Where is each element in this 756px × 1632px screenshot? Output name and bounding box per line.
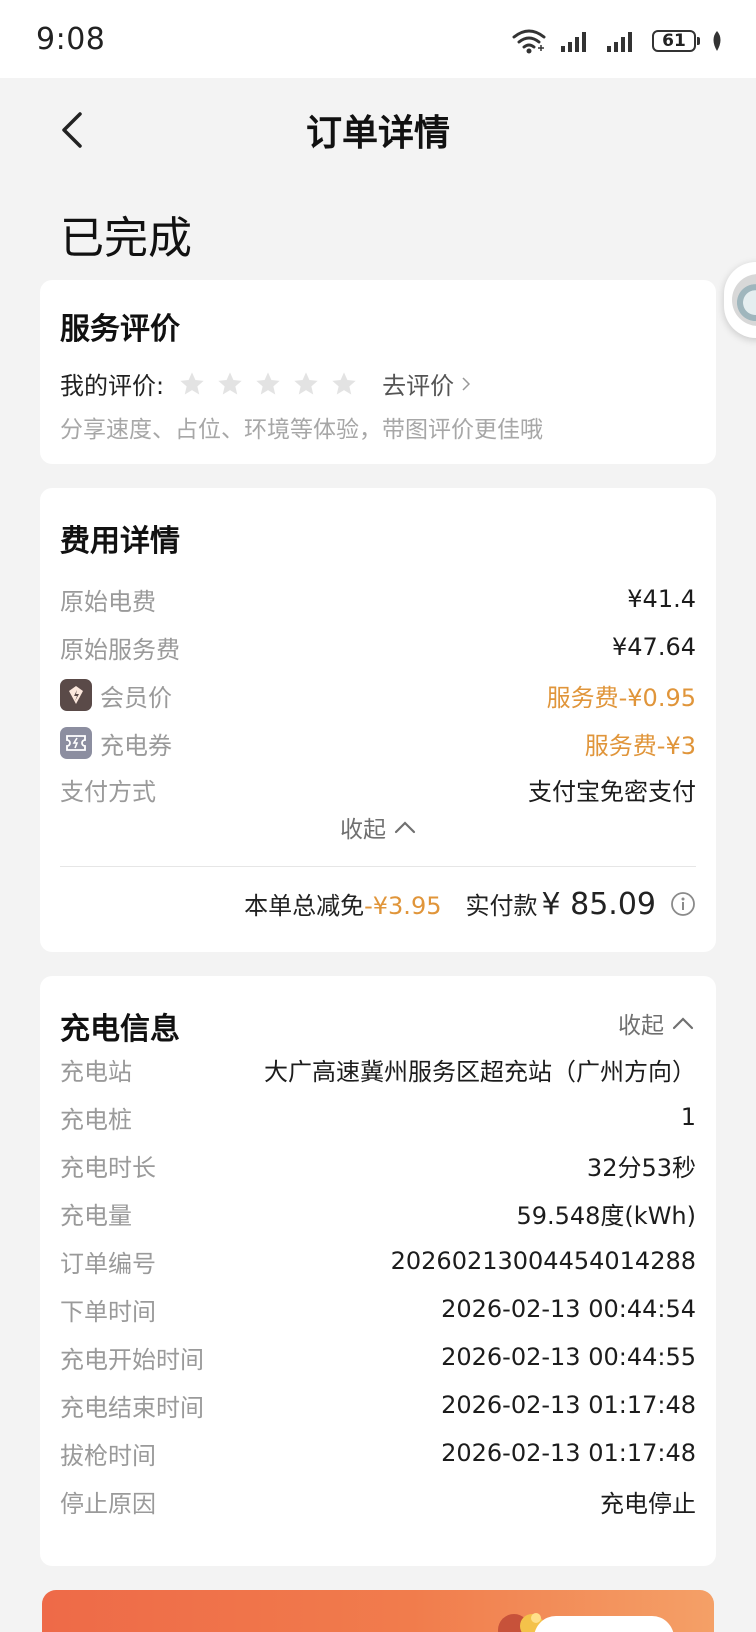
charge-label: 充电结束时间: [60, 1393, 204, 1422]
charge-label: 充电量: [60, 1201, 132, 1230]
charge-row-start-time: 充电开始时间 2026-02-13 00:44:55: [60, 1340, 696, 1374]
charge-label: 停止原因: [60, 1489, 156, 1518]
chevron-right-icon: [462, 376, 471, 391]
wifi-icon: [512, 28, 546, 54]
collapse-label: 收起: [340, 817, 386, 843]
fee-value: 支付宝免密支付: [528, 777, 696, 806]
charge-row-end-time: 充电结束时间 2026-02-13 01:17:48: [60, 1388, 696, 1422]
charge-value: 2026-02-13 01:17:48: [441, 1439, 696, 1467]
page-title: 订单详情: [305, 113, 450, 154]
paid-amount: ¥ 85.09: [541, 887, 656, 922]
fee-row-service: 原始服务费 ¥47.64: [60, 630, 696, 664]
fee-details-card: 费用详情 原始电费 ¥41.4 原始服务费 ¥47.64 会员价 服务费-¥0.…: [40, 488, 716, 952]
promo-cta-button[interactable]: [534, 1616, 674, 1632]
star-icon[interactable]: [330, 370, 358, 398]
status-icons: 61: [512, 28, 724, 54]
fee-summary: 本单总减免 -¥3.95 实付款 ¥ 85.09: [244, 886, 696, 922]
fee-value: 服务费-¥3: [584, 731, 696, 760]
star-icon[interactable]: [292, 370, 320, 398]
go-review-label: 去评价: [382, 372, 455, 400]
go-review-link[interactable]: 去评价: [382, 366, 471, 401]
order-detail-page: 9:08 61 订单详情 已完成 服务评价 我的评价: 去评价 分享速度、占位、…: [0, 0, 756, 1632]
charge-value: 59.548度(kWh): [516, 1201, 696, 1230]
charge-value: 充电停止: [600, 1489, 696, 1518]
order-status: 已完成: [60, 213, 192, 264]
chevron-up-icon: [672, 1017, 694, 1030]
fee-label-wrap: 充电券: [60, 726, 172, 761]
coupon-icon: [60, 727, 92, 759]
charge-value: 2026-02-13 01:17:48: [441, 1391, 696, 1419]
fee-value: 服务费-¥0.95: [546, 683, 696, 712]
paid-label: 实付款: [465, 892, 538, 920]
service-review-card: 服务评价 我的评价: 去评价 分享速度、占位、环境等体验，带图评价更佳哦: [40, 280, 716, 464]
fee-row-coupon: 充电券 服务费-¥3: [60, 726, 696, 760]
battery-icon: 61: [652, 30, 700, 52]
signal-icon: [606, 29, 638, 53]
charge-label: 充电时长: [60, 1153, 156, 1182]
header: 订单详情: [0, 78, 756, 182]
battery-level: 61: [662, 31, 686, 51]
charge-row-energy: 充电量 59.548度(kWh): [60, 1196, 696, 1230]
charge-label: 充电开始时间: [60, 1345, 204, 1374]
star-icon[interactable]: [254, 370, 282, 398]
review-title: 服务评价: [60, 312, 180, 347]
fee-label: 充电券: [100, 731, 172, 760]
charge-row-duration: 充电时长 32分53秒: [60, 1148, 696, 1182]
promo-banner[interactable]: [42, 1590, 714, 1632]
review-row: 我的评价: 去评价: [60, 366, 471, 401]
chevron-up-icon: [394, 821, 416, 834]
fee-label-wrap: 会员价: [60, 678, 172, 713]
member-badge-icon: [60, 679, 92, 711]
total-discount-value: -¥3.95: [364, 892, 442, 920]
charge-value: 大广高速冀州服务区超充站（广州方向）: [264, 1057, 696, 1086]
charging-title: 充电信息: [60, 1012, 180, 1047]
charge-row-order-time: 下单时间 2026-02-13 00:44:54: [60, 1292, 696, 1326]
charging-collapse-toggle[interactable]: 收起: [618, 1006, 694, 1040]
charge-row-stop-reason: 停止原因 充电停止: [60, 1484, 696, 1518]
floating-assistant-button[interactable]: [724, 262, 756, 338]
fee-collapse-toggle[interactable]: 收起: [40, 810, 716, 844]
fee-label: 原始电费: [60, 587, 156, 616]
review-hint: 分享速度、占位、环境等体验，带图评价更佳哦: [60, 417, 543, 443]
fee-divider: [60, 866, 696, 867]
charge-value: 1: [680, 1103, 696, 1131]
charge-row-pile: 充电桩 1: [60, 1100, 696, 1134]
charge-row-station: 充电站 大广高速冀州服务区超充站（广州方向）: [60, 1052, 696, 1086]
charge-value: 2026-02-13 00:44:55: [441, 1343, 696, 1371]
status-bar: 9:08 61: [0, 0, 756, 78]
charge-row-unplug-time: 拔枪时间 2026-02-13 01:17:48: [60, 1436, 696, 1470]
fee-label: 原始服务费: [60, 635, 180, 664]
charge-label: 拔枪时间: [60, 1441, 156, 1470]
fee-title: 费用详情: [60, 524, 180, 559]
charge-row-order-number: 订单编号 20260213004454014288: [60, 1244, 696, 1278]
assistant-icon: [732, 274, 756, 326]
my-rating-label: 我的评价:: [60, 372, 165, 400]
charge-label: 充电桩: [60, 1105, 132, 1134]
star-icon[interactable]: [216, 370, 244, 398]
collapse-label: 收起: [618, 1013, 664, 1039]
charging-info-card: 充电信息 收起 充电站 大广高速冀州服务区超充站（广州方向） 充电桩 1 充电时…: [40, 976, 716, 1566]
charge-label: 下单时间: [60, 1297, 156, 1326]
signal-icon: [560, 29, 592, 53]
fee-label: 支付方式: [60, 777, 156, 806]
fee-row-member-price: 会员价 服务费-¥0.95: [60, 678, 696, 712]
status-time: 9:08: [36, 22, 106, 57]
rating-stars[interactable]: [178, 370, 358, 398]
info-icon[interactable]: [670, 891, 696, 917]
charge-value: 2026-02-13 00:44:54: [441, 1295, 696, 1323]
charge-value: 32分53秒: [586, 1153, 696, 1182]
fee-value: ¥41.4: [627, 585, 696, 613]
charge-label: 订单编号: [60, 1249, 156, 1278]
charge-value: 20260213004454014288: [390, 1247, 696, 1275]
fee-row-payment-method: 支付方式 支付宝免密支付: [60, 772, 696, 806]
fee-row-electricity: 原始电费 ¥41.4: [60, 582, 696, 616]
fee-value: ¥47.64: [612, 633, 696, 661]
charge-label: 充电站: [60, 1057, 132, 1086]
total-discount-label: 本单总减免: [244, 892, 365, 920]
fee-label: 会员价: [100, 683, 172, 712]
leaf-icon: [710, 30, 724, 52]
star-icon[interactable]: [178, 370, 206, 398]
